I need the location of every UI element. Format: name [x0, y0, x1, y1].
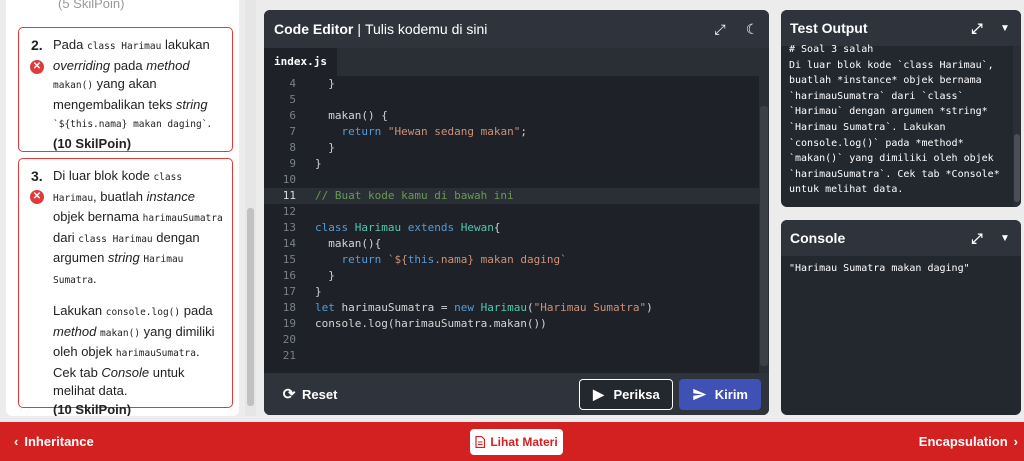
chevron-right-icon: ›	[1013, 434, 1018, 449]
code-line: 19 console.log(harimauSumatra.makan())	[282, 317, 547, 330]
task-number: 2.	[31, 37, 43, 53]
code-line: 21	[282, 349, 296, 362]
console-header: Console ⤢ ▼	[781, 220, 1021, 256]
task-card-2: 2. ✕ Pada class Harimau lakukan overridi…	[18, 27, 233, 152]
code-line: 17}	[282, 285, 322, 298]
task-number: 3.	[31, 168, 43, 184]
task-scrollbar[interactable]	[245, 0, 256, 416]
code-line: 20	[282, 333, 296, 346]
test-output-panel: Test Output ⤢ ▼ # Soal 3 salah Di luar b…	[781, 10, 1021, 207]
code-line: 16 }	[282, 269, 335, 282]
task-points: (10 SkilPoin)	[53, 401, 132, 417]
kirim-button[interactable]: Kirim	[678, 378, 761, 410]
code-line: 13 class Harimau extends Hewan{	[282, 221, 501, 234]
console-title: Console	[790, 230, 846, 246]
console-panel: Console ⤢ ▼ "Harimau Sumatra makan dagin…	[781, 220, 1021, 415]
reset-icon: ⟳	[282, 386, 296, 403]
code-line: 6 makan() {	[289, 109, 388, 122]
title-separator: |	[357, 21, 361, 37]
task-description: Pada class Harimau lakukan overriding pa…	[53, 36, 226, 153]
expand-icon[interactable]: ⤢	[970, 230, 984, 247]
test-output-scrollbar[interactable]	[1013, 46, 1021, 207]
play-icon: ▶	[593, 385, 604, 402]
x-circle-icon: ✕	[30, 60, 44, 74]
editor-header: Code Editor | Tulis kodemu di sini ⤢ ☾	[264, 10, 769, 48]
scroll-thumb[interactable]	[247, 208, 254, 406]
bottom-nav: ‹ Inheritance Lihat Materi Encapsulation…	[0, 422, 1024, 461]
task-card-3: 3. ✕ Di luar blok kode class Harimau, bu…	[18, 158, 233, 416]
code-line: 7 return "Hewan sedang makan";	[289, 125, 527, 138]
editor-scrollbar[interactable]	[759, 76, 769, 373]
code-editor: Code Editor | Tulis kodemu di sini ⤢ ☾ i…	[264, 10, 769, 415]
send-icon	[693, 388, 707, 400]
moon-icon[interactable]: ☾	[745, 21, 759, 38]
reset-button[interactable]: ⟳ Reset	[272, 385, 338, 403]
task-points: (10 SkilPoin)	[53, 135, 132, 151]
test-output-title: Test Output	[790, 20, 868, 36]
expand-icon[interactable]: ⤢	[970, 20, 984, 37]
test-output-header: Test Output ⤢ ▼	[781, 10, 1021, 46]
console-output: "Harimau Sumatra makan daging"	[789, 263, 970, 274]
code-area[interactable]: 4 } 5 6 makan() { 7 return "Hewan sedang…	[264, 76, 769, 373]
file-tabs: index.js	[264, 48, 769, 76]
chevron-down-icon[interactable]: ▼	[998, 23, 1012, 34]
prev-lesson-link[interactable]: ‹ Inheritance	[14, 434, 94, 449]
scroll-thumb[interactable]	[1014, 134, 1020, 202]
test-output-text: # Soal 3 salah Di luar blok kode `class …	[789, 44, 1000, 196]
chevron-left-icon: ‹	[14, 434, 19, 449]
task-description: Di luar blok kode class Harimau, buatlah…	[53, 167, 226, 416]
tab-index-js[interactable]: index.js	[264, 48, 337, 76]
task-panel: (5 SkilPoin) 2. ✕ Pada class Harimau lak…	[0, 0, 258, 422]
task-1-points: (5 SkilPoin)	[58, 0, 125, 11]
expand-icon[interactable]: ⤢	[713, 21, 727, 38]
editor-subtitle: Tulis kodemu di sini	[364, 21, 488, 37]
code-line: 9}	[289, 157, 322, 170]
code-line: 15 return `${this.nama} makan daging`	[282, 253, 567, 266]
x-circle-icon: ✕	[30, 190, 44, 204]
code-line: 18 let harimauSumatra = new Harimau("Hari…	[282, 301, 653, 314]
chevron-down-icon[interactable]: ▼	[998, 233, 1012, 244]
periksa-button[interactable]: ▶ Periksa	[578, 378, 673, 410]
next-lesson-link[interactable]: Encapsulation ›	[919, 434, 1018, 449]
code-line: 12	[282, 205, 296, 218]
code-line-active: 11// Buat kode kamu di bawah ini	[264, 188, 769, 204]
app: (5 SkilPoin) 2. ✕ Pada class Harimau lak…	[0, 0, 1024, 461]
editor-footer: ⟳ Reset ▶ Periksa Kirim	[264, 373, 769, 415]
code-line: 4 }	[289, 77, 335, 90]
code-line: 14 makan(){	[282, 237, 382, 250]
scroll-thumb[interactable]	[760, 106, 768, 366]
code-line: 10	[282, 173, 296, 186]
lihat-materi-button[interactable]: Lihat Materi	[470, 429, 563, 455]
document-icon	[475, 436, 486, 448]
editor-title: Code Editor	[274, 21, 354, 37]
code-line: 5	[289, 93, 296, 106]
task-list: (5 SkilPoin) 2. ✕ Pada class Harimau lak…	[6, 0, 239, 416]
code-line: 8 }	[289, 141, 335, 154]
